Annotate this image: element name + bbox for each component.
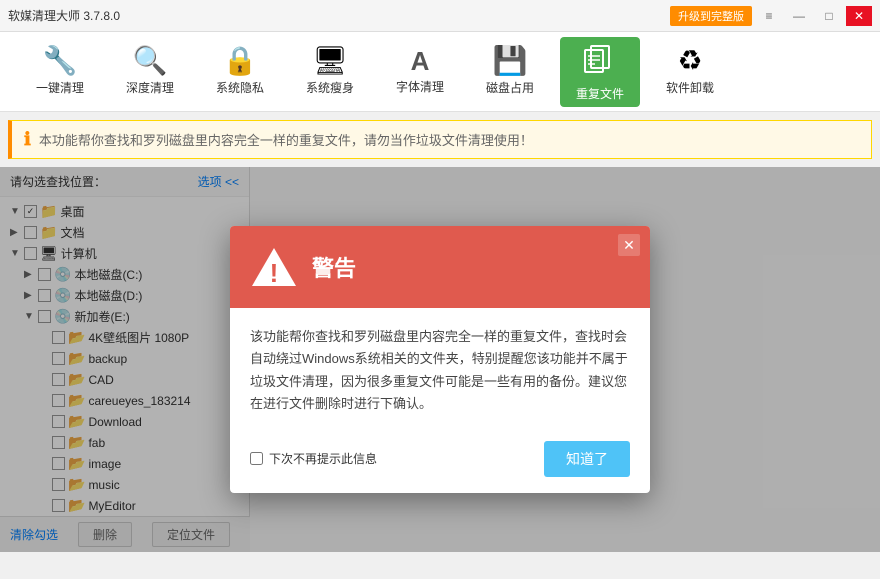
privacy-icon: 🔒 bbox=[223, 47, 258, 75]
warning-dialog: ! 警告 ✕ 该功能帮你查找和罗列磁盘里内容完全一样的重复文件，查找时会自动绕过… bbox=[230, 226, 650, 492]
info-text: 本功能帮你查找和罗列磁盘里内容完全一样的重复文件，请勿当作垃圾文件清理使用！ bbox=[39, 130, 533, 149]
tool-uninstall[interactable]: ♻ 软件卸载 bbox=[650, 37, 730, 107]
close-button[interactable]: ✕ bbox=[846, 6, 872, 26]
deep-clean-icon: 🔍 bbox=[133, 47, 168, 75]
app-title: 软媒清理大师 3.7.8.0 bbox=[8, 7, 120, 24]
tool-system-slim[interactable]: 🖥 系统瘦身 bbox=[290, 37, 370, 107]
dialog-close-button[interactable]: ✕ bbox=[618, 234, 640, 256]
font-clean-icon: A bbox=[411, 48, 430, 74]
minimize-button[interactable]: — bbox=[786, 6, 812, 26]
tool-duplicate[interactable]: 重复文件 bbox=[560, 37, 640, 107]
tool-font-clean[interactable]: A 字体清理 bbox=[380, 37, 460, 107]
no-show-again-label: 下次不再提示此信息 bbox=[269, 450, 377, 467]
tool-quick-clean[interactable]: 🔧 一键清理 bbox=[20, 37, 100, 107]
main-content: 请勾选查找位置： 选项 << ▼ ✓ 📁 桌面 ▶ 📁 文档 ▼ bbox=[0, 167, 880, 552]
system-slim-icon: 🖥 bbox=[312, 47, 348, 75]
dialog-body-text: 该功能帮你查找和罗列磁盘里内容完全一样的重复文件，查找时会自动绕过Windows… bbox=[250, 329, 628, 410]
duplicate-label: 重复文件 bbox=[576, 85, 624, 102]
title-bar-controls: 升级到完整版 ≡ — □ ✕ bbox=[670, 6, 872, 26]
svg-text:!: ! bbox=[270, 258, 279, 288]
title-bar: 软媒清理大师 3.7.8.0 升级到完整版 ≡ — □ ✕ bbox=[0, 0, 880, 32]
quick-clean-icon: 🔧 bbox=[43, 47, 78, 75]
upgrade-button[interactable]: 升级到完整版 bbox=[670, 6, 752, 26]
menu-button[interactable]: ≡ bbox=[756, 6, 782, 26]
no-show-again-row[interactable]: 下次不再提示此信息 bbox=[250, 450, 377, 467]
no-show-again-checkbox[interactable] bbox=[250, 452, 263, 465]
tool-privacy[interactable]: 🔒 系统隐私 bbox=[200, 37, 280, 107]
confirm-button[interactable]: 知道了 bbox=[544, 441, 630, 477]
maximize-button[interactable]: □ bbox=[816, 6, 842, 26]
duplicate-icon bbox=[583, 42, 617, 81]
uninstall-icon: ♻ bbox=[677, 47, 702, 75]
tool-deep-clean[interactable]: 🔍 深度清理 bbox=[110, 37, 190, 107]
deep-clean-label: 深度清理 bbox=[126, 79, 174, 96]
dialog-title: 警告 bbox=[312, 251, 356, 283]
dialog-overlay: ! 警告 ✕ 该功能帮你查找和罗列磁盘里内容完全一样的重复文件，查找时会自动绕过… bbox=[0, 167, 880, 552]
dialog-footer: 下次不再提示此信息 知道了 bbox=[230, 433, 650, 493]
toolbar: 🔧 一键清理 🔍 深度清理 🔒 系统隐私 🖥 系统瘦身 A 字体清理 💾 磁盘占… bbox=[0, 32, 880, 112]
font-clean-label: 字体清理 bbox=[396, 78, 444, 95]
disk-use-icon: 💾 bbox=[493, 47, 528, 75]
dialog-header: ! 警告 ✕ bbox=[230, 226, 650, 308]
info-bar: ℹ 本功能帮你查找和罗列磁盘里内容完全一样的重复文件，请勿当作垃圾文件清理使用！ bbox=[8, 120, 872, 159]
dialog-body: 该功能帮你查找和罗列磁盘里内容完全一样的重复文件，查找时会自动绕过Windows… bbox=[230, 308, 650, 432]
privacy-label: 系统隐私 bbox=[216, 79, 264, 96]
warning-icon: ! bbox=[250, 246, 298, 288]
disk-use-label: 磁盘占用 bbox=[486, 79, 534, 96]
quick-clean-label: 一键清理 bbox=[36, 79, 84, 96]
tool-disk-use[interactable]: 💾 磁盘占用 bbox=[470, 37, 550, 107]
uninstall-label: 软件卸载 bbox=[666, 79, 714, 96]
info-icon: ℹ bbox=[24, 129, 31, 150]
system-slim-label: 系统瘦身 bbox=[306, 79, 354, 96]
